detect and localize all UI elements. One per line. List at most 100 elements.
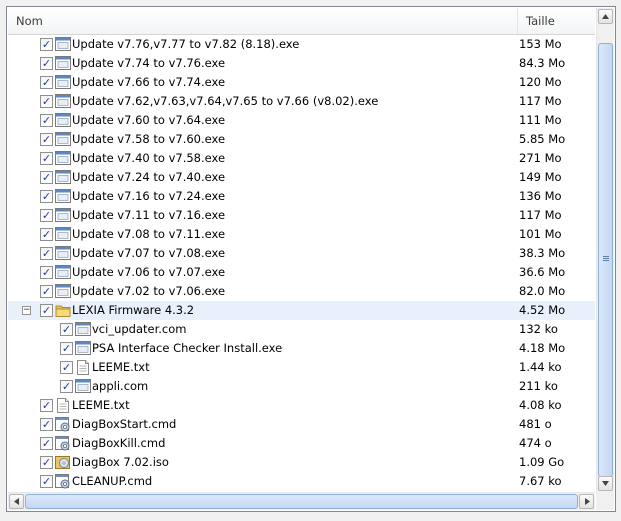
- exe-icon: [75, 379, 91, 394]
- column-header-size[interactable]: Taille: [518, 8, 598, 34]
- tree-row[interactable]: ✓ Update v7.66 to v7.74.exe 120 Mo: [8, 73, 595, 92]
- row-checkbox[interactable]: ✓: [40, 209, 53, 222]
- cmd-script-icon: [55, 436, 71, 451]
- column-header-name[interactable]: Nom: [8, 8, 518, 34]
- exe-icon: [55, 189, 71, 204]
- row-checkbox[interactable]: ✓: [60, 323, 73, 336]
- row-checkbox[interactable]: ✓: [60, 380, 73, 393]
- tree-row[interactable]: ✓ Update v7.58 to v7.60.exe 5.85 Mo: [8, 130, 595, 149]
- scroll-left-button[interactable]: [9, 494, 24, 509]
- file-name: Update v7.62,v7.63,v7.64,v7.65 to v7.66 …: [72, 94, 379, 108]
- scroll-right-button[interactable]: [579, 494, 594, 509]
- file-size: 271 Mo: [519, 151, 562, 165]
- row-checkbox[interactable]: ✓: [60, 361, 73, 374]
- tree-row[interactable]: ✓ Update v7.08 to v7.11.exe 101 Mo: [8, 225, 595, 244]
- file-name: Update v7.06 to v7.07.exe: [72, 265, 226, 279]
- row-checkbox[interactable]: ✓: [40, 418, 53, 431]
- tree-row[interactable]: ✓ CLEANUP.cmd 7.67 ko: [8, 472, 595, 491]
- file-name: LEEME.txt: [72, 398, 130, 412]
- file-name: Update v7.24 to v7.40.exe: [72, 170, 226, 184]
- file-size: 36.6 Mo: [519, 265, 566, 279]
- row-checkbox[interactable]: ✓: [40, 171, 53, 184]
- horizontal-scroll-thumb[interactable]: [25, 494, 578, 509]
- tree-row[interactable]: ✓ LEEME.txt 4.08 ko: [8, 396, 595, 415]
- horizontal-scrollbar[interactable]: [8, 492, 595, 510]
- text-file-icon: [75, 360, 91, 375]
- tree-row[interactable]: ✓ Update v7.62,v7.63,v7.64,v7.65 to v7.66…: [8, 92, 595, 111]
- row-checkbox[interactable]: ✓: [40, 437, 53, 450]
- file-name: LEXIA Firmware 4.3.2: [72, 303, 195, 317]
- file-size: 1.44 ko: [519, 360, 562, 374]
- arrow-left-icon: [14, 498, 19, 505]
- tree-row[interactable]: ✓ Update v7.11 to v7.16.exe 117 Mo: [8, 206, 595, 225]
- vertical-scroll-thumb[interactable]: [598, 43, 613, 477]
- cmd-script-icon: [55, 474, 71, 489]
- row-checkbox[interactable]: ✓: [40, 285, 53, 298]
- row-checkbox[interactable]: ✓: [40, 190, 53, 203]
- tree-row[interactable]: ✓ Update v7.60 to v7.64.exe 111 Mo: [8, 111, 595, 130]
- tree-row[interactable]: ✓ Update v7.16 to v7.24.exe 136 Mo: [8, 187, 595, 206]
- row-checkbox[interactable]: ✓: [40, 57, 53, 70]
- row-checkbox[interactable]: ✓: [40, 399, 53, 412]
- file-size: 4.08 ko: [519, 398, 562, 412]
- file-size: 111 Mo: [519, 113, 562, 127]
- row-checkbox[interactable]: ✓: [40, 38, 53, 51]
- file-name: Update v7.02 to v7.06.exe: [72, 284, 226, 298]
- file-size: 101 Mo: [519, 227, 562, 241]
- tree-row[interactable]: ✓ DiagBoxStart.cmd 481 o: [8, 415, 595, 434]
- tree-row[interactable]: ✓ Update v7.07 to v7.08.exe 38.3 Mo: [8, 244, 595, 263]
- vertical-scrollbar[interactable]: [596, 8, 614, 492]
- tree-row[interactable]: − ✓ LEXIA Firmware 4.3.2 4.52 Mo: [8, 301, 595, 320]
- file-size: 211 ko: [519, 379, 558, 393]
- row-checkbox[interactable]: ✓: [60, 342, 73, 355]
- row-checkbox[interactable]: ✓: [40, 228, 53, 241]
- file-name: Update v7.11 to v7.16.exe: [72, 208, 226, 222]
- tree-row[interactable]: ✓ Update v7.74 to v7.76.exe 84.3 Mo: [8, 54, 595, 73]
- tree-row[interactable]: ✓ Update v7.24 to v7.40.exe 149 Mo: [8, 168, 595, 187]
- arrow-up-icon: [602, 14, 609, 19]
- tree-row[interactable]: ✓ Update v7.06 to v7.07.exe 36.6 Mo: [8, 263, 595, 282]
- row-checkbox[interactable]: ✓: [40, 152, 53, 165]
- file-size: 117 Mo: [519, 94, 562, 108]
- tree-row[interactable]: ✓ PSA Interface Checker Install.exe 4.18 M…: [8, 339, 595, 358]
- file-size: 38.3 Mo: [519, 246, 566, 260]
- file-name: DiagBoxKill.cmd: [72, 436, 166, 450]
- row-checkbox[interactable]: ✓: [40, 456, 53, 469]
- file-size: 4.18 Mo: [519, 341, 566, 355]
- tree-row[interactable]: ✓ Update v7.40 to v7.58.exe 271 Mo: [8, 149, 595, 168]
- text-file-icon: [55, 398, 71, 413]
- row-checkbox[interactable]: ✓: [40, 475, 53, 488]
- row-checkbox[interactable]: ✓: [40, 76, 53, 89]
- row-checkbox[interactable]: ✓: [40, 266, 53, 279]
- file-size: 5.85 Mo: [519, 132, 566, 146]
- row-checkbox[interactable]: ✓: [40, 304, 53, 317]
- file-size: 4.52 Mo: [519, 303, 566, 317]
- tree-row[interactable]: ✓ vci_updater.com 132 ko: [8, 320, 595, 339]
- file-name: Update v7.40 to v7.58.exe: [72, 151, 226, 165]
- tree-row[interactable]: ✓ Update v7.76,v7.77 to v7.82 (8.18).exe 1…: [8, 35, 595, 54]
- exe-icon: [55, 75, 71, 90]
- row-checkbox[interactable]: ✓: [40, 133, 53, 146]
- file-name: CLEANUP.cmd: [72, 474, 153, 488]
- tree-row[interactable]: ✓ DiagBox 7.02.iso 1.09 Go: [8, 453, 595, 472]
- tree-row[interactable]: ✓ LEEME.txt 1.44 ko: [8, 358, 595, 377]
- file-name: appli.com: [92, 379, 149, 393]
- tree-row[interactable]: ✓ DiagBoxKill.cmd 474 o: [8, 434, 595, 453]
- collapse-toggle[interactable]: −: [22, 306, 31, 315]
- arrow-right-icon: [585, 498, 590, 505]
- scroll-up-button[interactable]: [598, 9, 613, 24]
- exe-icon: [55, 151, 71, 166]
- scroll-down-button[interactable]: [598, 476, 613, 491]
- tree-row[interactable]: ✓ Update v7.02 to v7.06.exe 82.0 Mo: [8, 282, 595, 301]
- exe-icon: [55, 284, 71, 299]
- file-name: Update v7.07 to v7.08.exe: [72, 246, 226, 260]
- file-size: 82.0 Mo: [519, 284, 566, 298]
- row-checkbox[interactable]: ✓: [40, 95, 53, 108]
- tree-row[interactable]: ✓ appli.com 211 ko: [8, 377, 595, 396]
- row-checkbox[interactable]: ✓: [40, 114, 53, 127]
- file-name: Update v7.60 to v7.64.exe: [72, 113, 226, 127]
- exe-icon: [55, 227, 71, 242]
- row-checkbox[interactable]: ✓: [40, 247, 53, 260]
- file-size: 153 Mo: [519, 37, 562, 51]
- file-size: 474 o: [519, 436, 552, 450]
